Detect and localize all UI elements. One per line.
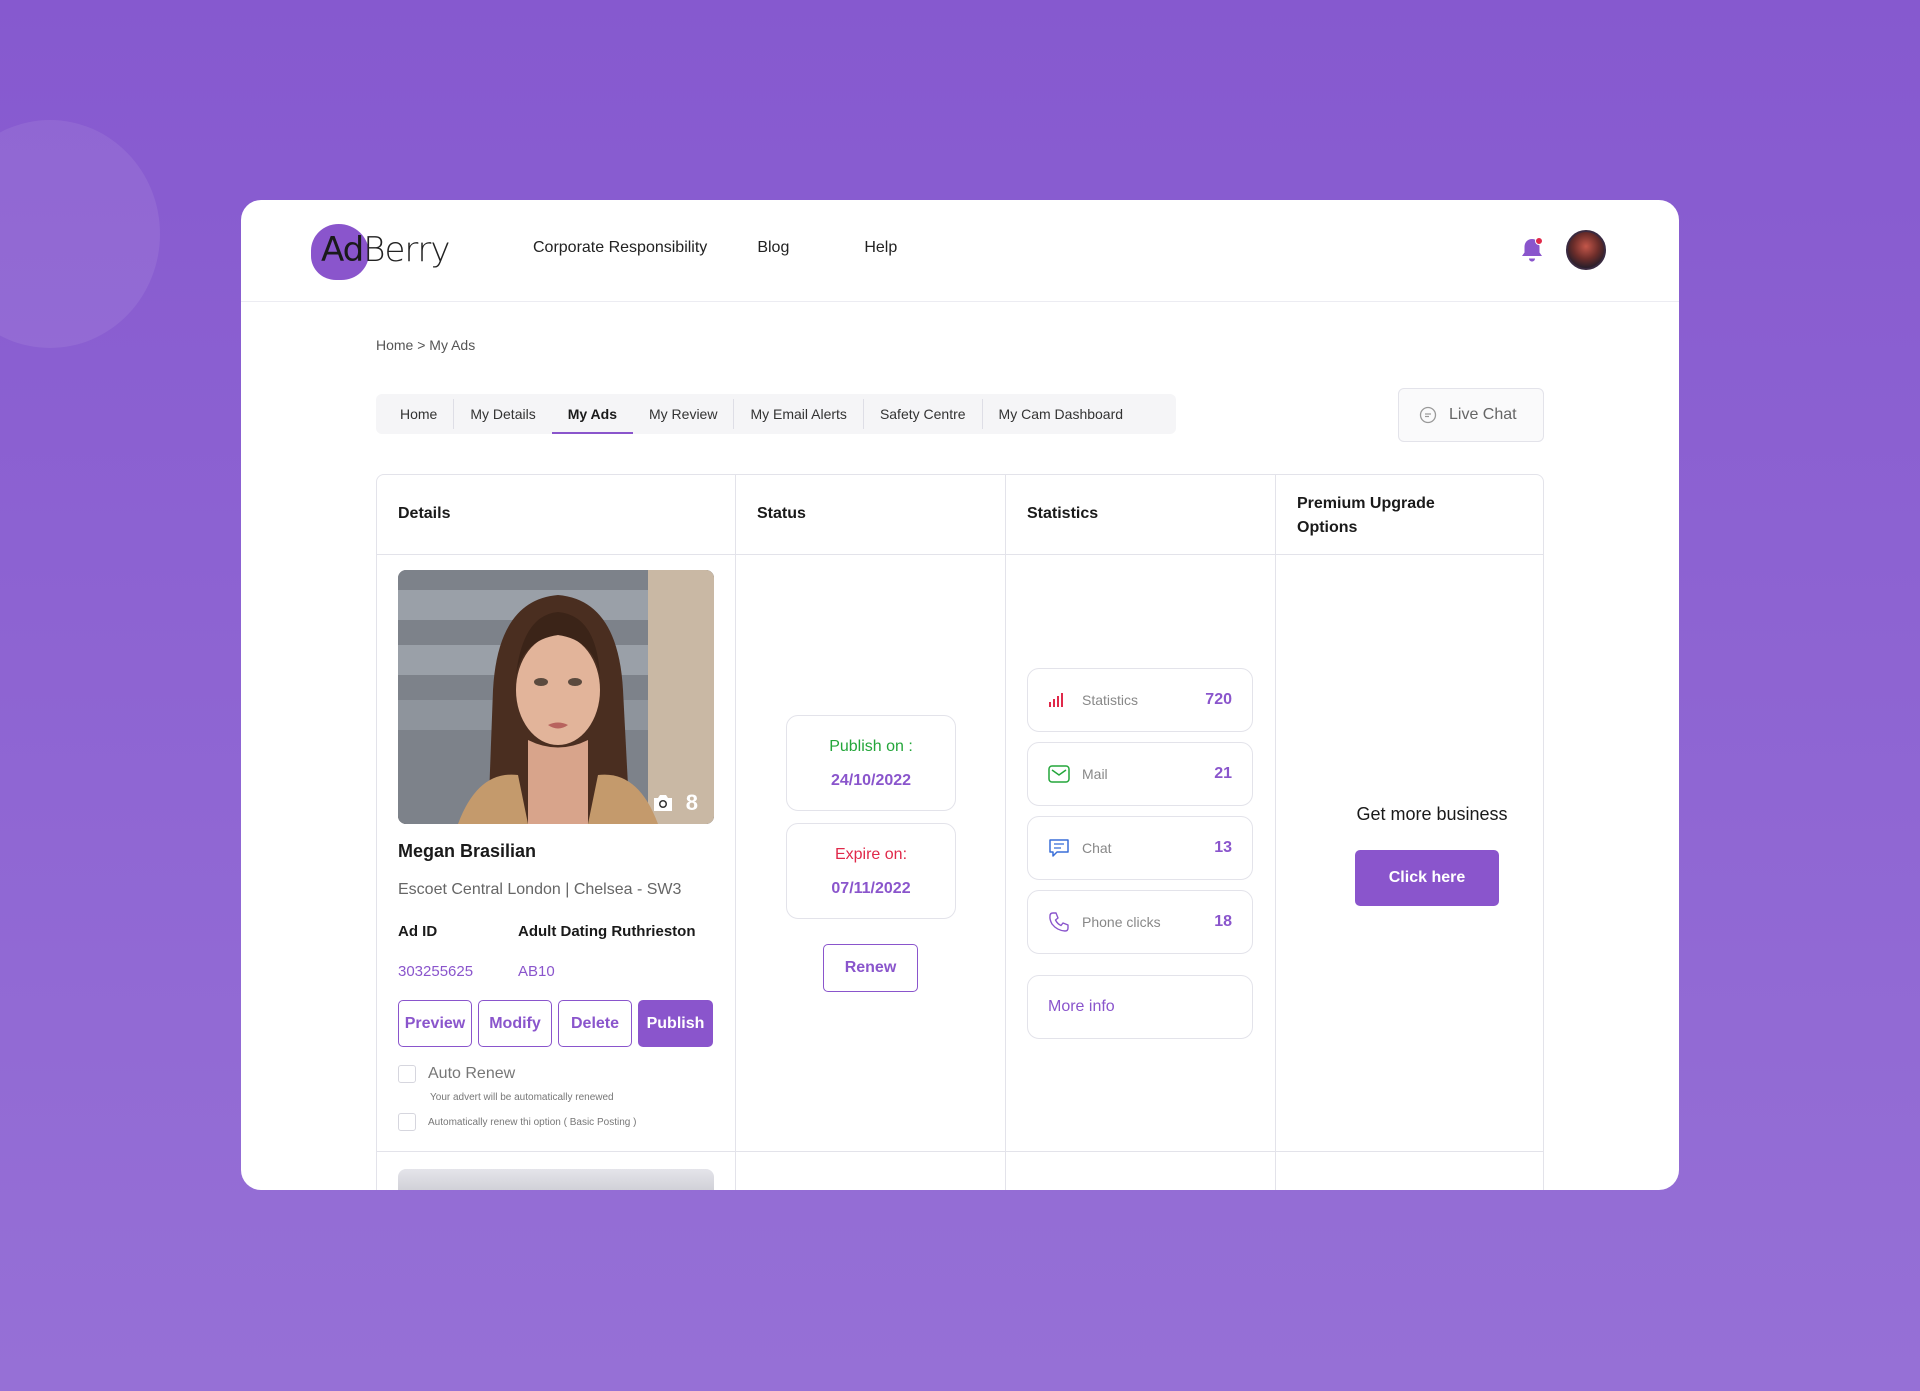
row-divider <box>377 1151 1543 1152</box>
chat-icon <box>1048 838 1070 858</box>
publish-button[interactable]: Publish <box>638 1000 713 1047</box>
publish-date-box: Publish on : 24/10/2022 <box>786 715 956 811</box>
main-card: AdBerry Corporate Responsibility Blog He… <box>241 200 1679 1190</box>
logo-berry-text: Berry <box>363 230 450 270</box>
expire-label: Expire on: <box>834 846 908 863</box>
basic-posting-checkbox[interactable] <box>398 1113 416 1131</box>
header-status: Status <box>757 505 806 522</box>
expire-date-box: Expire on: 07/11/2022 <box>786 823 956 919</box>
ad-name[interactable]: Megan Brasilian <box>398 841 536 862</box>
breadcrumb: Home > My Ads <box>376 337 476 353</box>
user-avatar[interactable] <box>1566 230 1606 270</box>
ad-id-label: Ad ID <box>398 923 438 940</box>
nav-help[interactable]: Help <box>864 239 897 257</box>
header-premium-upgrade: Premium Upgrade Options <box>1297 495 1435 536</box>
photo-count: 8 <box>652 790 698 816</box>
publish-date: 24/10/2022 <box>830 772 912 789</box>
tab-my-cam-dashboard[interactable]: My Cam Dashboard <box>983 394 1140 434</box>
ad-location: Escoet Central London | Chelsea - SW3 <box>398 881 682 898</box>
notification-bell-icon[interactable] <box>1519 236 1545 264</box>
column-divider <box>735 475 736 1190</box>
stat-label: Chat <box>1082 840 1112 856</box>
delete-button[interactable]: Delete <box>558 1000 632 1047</box>
tab-my-review[interactable]: My Review <box>633 394 733 434</box>
column-divider <box>1275 475 1276 1190</box>
header-statistics: Statistics <box>1027 505 1099 522</box>
chat-bubble-icon <box>1419 406 1437 424</box>
ad-category-label: Adult Dating Ruthrieston <box>518 923 696 940</box>
logo-ad-text: Ad <box>321 230 364 270</box>
auto-renew-hint: Your advert will be automatically renewe… <box>430 1092 614 1103</box>
header-details: Details <box>398 505 451 522</box>
stat-label: Mail <box>1082 766 1108 782</box>
stat-phone-clicks[interactable]: Phone clicks 18 <box>1027 890 1253 954</box>
expire-date: 07/11/2022 <box>831 880 911 897</box>
stat-value: 720 <box>1205 691 1232 708</box>
top-header: AdBerry Corporate Responsibility Blog He… <box>241 200 1679 302</box>
adberry-logo[interactable]: AdBerry <box>311 222 451 280</box>
header-divider <box>377 554 1543 555</box>
stat-mail[interactable]: Mail 21 <box>1027 742 1253 806</box>
main-nav: Corporate Responsibility Blog Help <box>533 239 897 257</box>
live-chat-label: Live Chat <box>1449 406 1517 423</box>
camera-icon <box>653 795 672 811</box>
column-divider <box>1005 475 1006 1190</box>
premium-text: Get more business <box>1356 804 1508 824</box>
modify-button[interactable]: Modify <box>478 1000 552 1047</box>
renew-button[interactable]: Renew <box>823 944 918 992</box>
photo-count-value: 8 <box>685 790 698 815</box>
more-info-label: More info <box>1048 998 1115 1015</box>
tab-my-ads[interactable]: My Ads <box>551 394 634 434</box>
mail-icon <box>1048 765 1070 783</box>
publish-label: Publish on : <box>829 738 913 755</box>
stat-chat[interactable]: Chat 13 <box>1027 816 1253 880</box>
ad-action-buttons: Preview Modify Delete Publish <box>398 1000 713 1047</box>
ad-photo[interactable]: 8 <box>398 570 714 824</box>
tab-my-details[interactable]: My Details <box>454 394 551 434</box>
live-chat-button[interactable]: Live Chat <box>1398 388 1544 442</box>
more-info-button[interactable]: More info <box>1027 975 1253 1039</box>
nav-corporate-responsibility[interactable]: Corporate Responsibility <box>533 239 707 257</box>
stat-value: 13 <box>1214 839 1232 856</box>
tab-my-email-alerts[interactable]: My Email Alerts <box>734 394 862 434</box>
stat-label: Statistics <box>1082 692 1139 708</box>
auto-renew-label: Auto Renew <box>428 1065 516 1082</box>
stat-statistics[interactable]: Statistics 720 <box>1027 668 1253 732</box>
background-circle <box>0 120 160 348</box>
premium-click-here-button[interactable]: Click here <box>1355 850 1499 906</box>
tab-home[interactable]: Home <box>384 394 453 434</box>
basic-posting-row: Automatically renew thi option ( Basic P… <box>398 1113 636 1131</box>
nav-blog[interactable]: Blog <box>757 239 789 257</box>
auto-renew-row: Auto Renew <box>398 1065 515 1083</box>
phone-icon <box>1048 911 1070 933</box>
bar-chart-icon <box>1048 693 1070 707</box>
preview-button[interactable]: Preview <box>398 1000 472 1047</box>
ads-table: Details Status Statistics Premium Upgrad… <box>376 474 1544 1190</box>
tab-safety-centre[interactable]: Safety Centre <box>864 394 982 434</box>
auto-renew-checkbox[interactable] <box>398 1065 416 1083</box>
portrait-image <box>398 570 714 824</box>
ad-category-code: AB10 <box>518 963 555 980</box>
next-ad-photo[interactable] <box>398 1169 714 1190</box>
stat-value: 21 <box>1214 765 1232 782</box>
stat-value: 18 <box>1214 913 1232 930</box>
basic-posting-label: Automatically renew thi option ( Basic P… <box>428 1116 637 1128</box>
ad-id-value: 303255625 <box>398 963 474 980</box>
stat-label: Phone clicks <box>1082 914 1161 930</box>
account-tabs: Home My Details My Ads My Review My Emai… <box>376 394 1176 434</box>
